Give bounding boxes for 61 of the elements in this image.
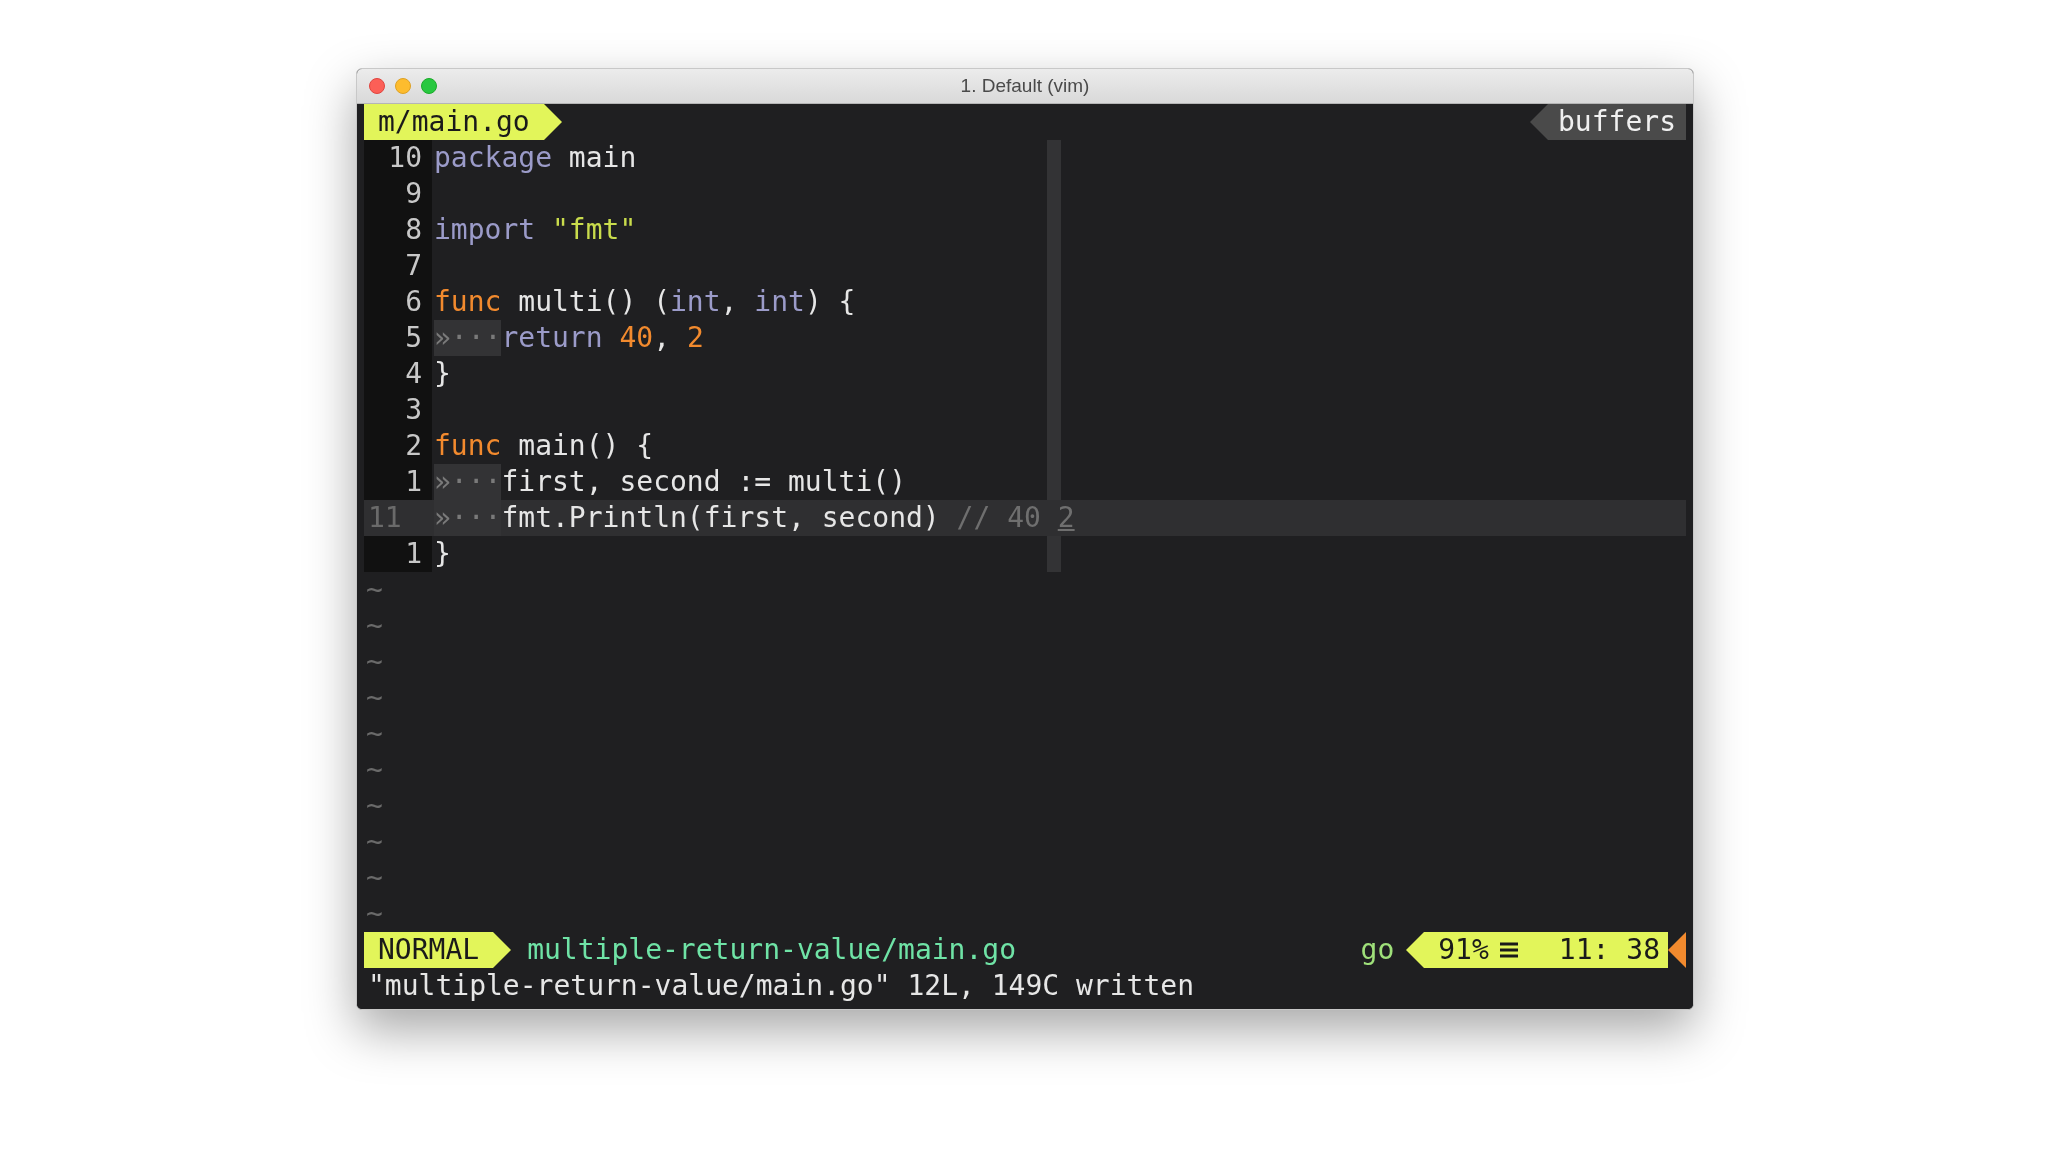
- window-title: 1. Default (vim): [960, 73, 1090, 98]
- line-number: 3: [364, 392, 432, 428]
- code-text: ) {: [804, 284, 856, 320]
- keyword-text: return: [501, 320, 603, 356]
- separator-arrow-icon: [493, 932, 512, 968]
- code-text: main: [567, 140, 637, 176]
- command-line-message: "multiple-return-value/main.go" 12L, 149C written: [367, 969, 1194, 1002]
- keyword-text: int: [670, 284, 721, 320]
- keyword-text: package: [434, 140, 552, 176]
- code-text: multi() (: [517, 284, 670, 320]
- cursor-position: 11: 38: [1528, 932, 1668, 968]
- code-text: ,: [720, 284, 739, 320]
- code-text: }: [434, 356, 451, 392]
- cursor-char: 2: [1057, 500, 1075, 536]
- number-text: 40: [618, 320, 654, 356]
- keyword-text: int: [754, 284, 805, 320]
- line-number: 5: [364, 320, 432, 356]
- empty-line-marker: ~: [365, 716, 383, 752]
- separator-arrow-icon: [543, 104, 562, 140]
- line-number: 1: [364, 464, 432, 500]
- indent-marker: »···: [434, 320, 502, 356]
- empty-line-marker: ~: [365, 896, 383, 932]
- line-number: 2: [364, 428, 432, 464]
- empty-line-marker: ~: [365, 644, 383, 680]
- keyword-text: import: [434, 212, 536, 248]
- line-number: 9: [364, 176, 432, 212]
- separator-arrow-icon: [1406, 932, 1425, 968]
- indent-marker: »···: [434, 464, 502, 500]
- separator-arrow-icon: [1530, 104, 1548, 140]
- separator-arrow-icon: [1668, 932, 1686, 968]
- indent-marker: »···: [434, 500, 502, 536]
- code-text: first, second := multi(): [501, 464, 906, 500]
- filetype-label: go: [1360, 932, 1396, 968]
- line-number: 11: [367, 500, 403, 536]
- line-number: 7: [364, 248, 432, 284]
- menu-icon: [1498, 941, 1519, 959]
- string-text: "fmt": [551, 212, 637, 248]
- close-button[interactable]: [369, 78, 385, 94]
- empty-line-marker: ~: [365, 860, 383, 896]
- empty-line-marker: ~: [365, 788, 383, 824]
- keyword-text: func: [434, 284, 502, 320]
- line-number: 8: [364, 212, 432, 248]
- file-path: multiple-return-value/main.go: [526, 932, 1017, 968]
- minimize-button[interactable]: [395, 78, 411, 94]
- code-text: fmt.Println(first, second): [501, 500, 940, 536]
- comment-text: // 40: [955, 500, 1042, 536]
- empty-line-marker: ~: [365, 572, 383, 608]
- empty-line-marker: ~: [365, 608, 383, 644]
- maximize-button[interactable]: [421, 78, 437, 94]
- keyword-text: func: [434, 428, 502, 464]
- line-number: 1: [364, 536, 432, 572]
- empty-line-marker: ~: [365, 680, 383, 716]
- line-number: 4: [364, 356, 432, 392]
- code-text: }: [434, 536, 451, 572]
- empty-line-marker: ~: [365, 824, 383, 860]
- code-text: ,: [653, 320, 672, 356]
- line-number: 10: [364, 140, 432, 176]
- empty-line-marker: ~: [365, 752, 383, 788]
- number-text: 2: [686, 320, 704, 356]
- code-text: main() {: [517, 428, 654, 464]
- line-number: 6: [364, 284, 432, 320]
